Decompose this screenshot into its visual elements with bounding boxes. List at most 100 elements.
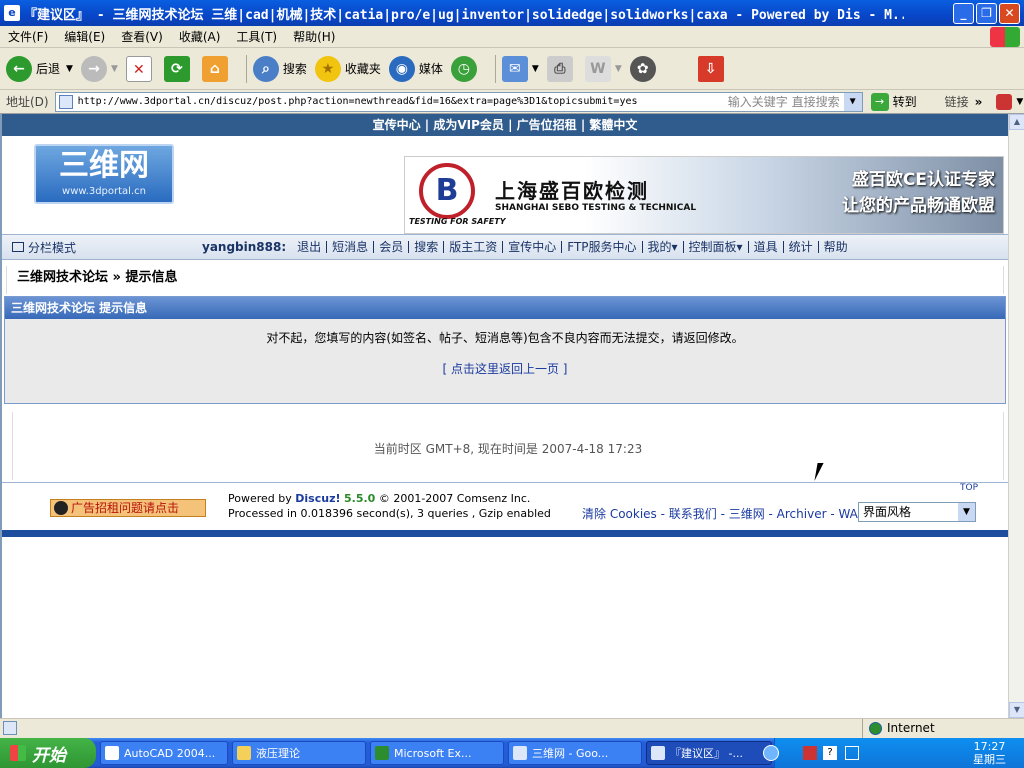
powered-prefix: Powered by — [228, 492, 296, 505]
history-button[interactable]: ◷ — [450, 55, 481, 82]
security-zone: Internet — [862, 719, 935, 738]
nav-help[interactable]: 帮助 — [819, 241, 853, 253]
task-autocad[interactable]: AutoCAD 2004... — [100, 741, 228, 765]
mail-button[interactable]: ✉ ▼ — [501, 55, 539, 82]
style-dropdown-icon[interactable]: ▼ — [958, 503, 975, 521]
search-hint[interactable]: 输入关键字 直接搜索 — [728, 93, 840, 110]
back-link[interactable]: [ 点击这里返回上一页 ] — [5, 346, 1005, 377]
discuz-link[interactable]: Discuz! — [295, 492, 340, 505]
search-icon: ⌕ — [252, 55, 279, 82]
media-label: 媒体 — [418, 62, 443, 76]
nav-promo[interactable]: 宣传中心 — [503, 241, 563, 253]
ad-banner[interactable]: B TESTING FOR SAFETY 上海盛百欧检测 SHANGHAI SE… — [404, 156, 1004, 234]
forward-button[interactable]: → ▼ — [80, 55, 118, 82]
tray-app-icon[interactable] — [803, 746, 817, 760]
windows-logo-icon — [990, 27, 1020, 47]
messenger-button[interactable]: ✿ — [629, 55, 660, 82]
extension-dropdown-icon[interactable]: ▼ — [1016, 97, 1023, 107]
network-icon[interactable] — [845, 746, 859, 760]
stop-button[interactable]: ✕ — [125, 55, 156, 82]
back-dropdown-icon[interactable]: ▼ — [66, 64, 73, 74]
vertical-scrollbar[interactable]: ▲ ▼ — [1008, 114, 1024, 718]
menu-tools[interactable]: 工具(T) — [228, 28, 285, 45]
internet-globe-icon — [869, 722, 882, 735]
window-titlebar[interactable]: e 『建议区』 - 三维网技术论坛 三维|cad|机械|技术|catia|pro… — [0, 0, 1024, 26]
forward-dropdown-icon[interactable]: ▼ — [111, 64, 118, 74]
breadcrumb: 三维网技术论坛 » 提示信息 — [6, 266, 1004, 294]
refresh-button[interactable]: ⟳ — [163, 55, 194, 82]
column-mode-toggle[interactable]: 分栏模式 — [12, 239, 76, 256]
topnav-vip[interactable]: 成为VIP会员 — [433, 118, 504, 132]
nav-members[interactable]: 会员 — [374, 241, 410, 253]
paw-icon: ✿ — [629, 55, 656, 82]
home-button[interactable]: ⌂ — [201, 55, 232, 82]
logo-text: 三维网 — [59, 148, 149, 183]
excel-icon — [375, 746, 389, 760]
menu-view[interactable]: 查看(V) — [113, 28, 171, 45]
start-label: 开始 — [32, 745, 66, 766]
nav-items[interactable]: 道具 — [749, 241, 784, 253]
nav-my[interactable]: 我的▾ — [643, 241, 684, 253]
nav-search[interactable]: 搜索 — [409, 241, 445, 253]
window-title: 『建议区』 - 三维网技术论坛 三维|cad|机械|技术|catia|pro/e… — [24, 7, 904, 23]
nav-logout[interactable]: 退出 — [292, 241, 328, 253]
start-button[interactable]: 开始 — [0, 738, 96, 768]
task-browser-google[interactable]: 三维网 - Goo... — [508, 741, 642, 765]
username[interactable]: yangbin888: — [202, 240, 286, 254]
menu-edit[interactable]: 编辑(E) — [56, 28, 113, 45]
edit-dropdown-icon[interactable]: ▼ — [615, 64, 622, 74]
history-icon: ◷ — [450, 55, 477, 82]
scroll-down-icon[interactable]: ▼ — [1009, 702, 1024, 718]
menu-file[interactable]: 文件(F) — [0, 28, 56, 45]
links-chevron-icon[interactable]: » — [975, 95, 983, 109]
top-link[interactable]: TOP — [960, 483, 978, 493]
close-button[interactable]: ✕ — [999, 3, 1020, 24]
back-button[interactable]: ← 后退 ▼ — [6, 55, 73, 82]
task-browser-forum[interactable]: 『建议区』 -... — [646, 741, 772, 765]
go-button[interactable]: 转到 — [893, 93, 917, 110]
windows-flag-icon — [10, 745, 26, 761]
style-select[interactable]: 界面风格 ▼ — [858, 502, 976, 522]
addon-button[interactable]: ⇩ — [697, 55, 728, 82]
topnav-promo[interactable]: 宣传中心 — [373, 118, 421, 132]
extension-icon[interactable] — [996, 93, 1013, 110]
nav-control-panel[interactable]: 控制面板▾ — [684, 241, 749, 253]
topnav-traditional[interactable]: 繁體中文 — [589, 118, 637, 132]
task-folder[interactable]: 液压理论 — [232, 741, 366, 765]
print-button[interactable]: ⎙ — [546, 55, 577, 82]
address-input[interactable]: http://www.3dportal.cn/discuz/post.php?a… — [54, 91, 863, 112]
refresh-icon: ⟳ — [163, 55, 190, 82]
help-icon[interactable]: ? — [823, 746, 837, 760]
restore-button[interactable]: ❐ — [976, 3, 997, 24]
edit-button[interactable]: W ▼ — [584, 55, 622, 82]
favorites-label: 收藏夹 — [344, 62, 381, 76]
ie-icon — [513, 746, 527, 760]
nav-moderator-pay[interactable]: 版主工资 — [444, 241, 504, 253]
user-nav: yangbin888: 退出 短消息 会员 搜索 版主工资 宣传中心 FTP服务… — [202, 240, 853, 254]
nav-ftp[interactable]: FTP服务中心 — [562, 241, 643, 253]
banner-title: 上海盛百欧检测 — [495, 179, 649, 203]
menu-favorites[interactable]: 收藏(A) — [171, 28, 229, 45]
mail-dropdown-icon[interactable]: ▼ — [532, 64, 539, 74]
footer-links[interactable]: 清除 Cookies - 联系我们 - 三维网 - Archiver - WAP — [582, 505, 865, 522]
site-logo[interactable]: 三维网 www.3dportal.cn — [34, 144, 174, 204]
tray-expand-icon[interactable] — [763, 745, 779, 761]
search-button[interactable]: ⌕ 搜索 — [252, 55, 307, 82]
menu-help[interactable]: 帮助(H) — [285, 28, 343, 45]
nav-stats[interactable]: 统计 — [784, 241, 819, 253]
site-footer: TOP 广告招租问题请点击 Powered by Discuz! 5.5.0 ©… — [2, 482, 1008, 528]
scroll-up-icon[interactable]: ▲ — [1009, 114, 1024, 130]
task-label: 三维网 - Goo... — [532, 747, 609, 760]
media-button[interactable]: ◉ 媒体 — [388, 55, 443, 82]
go-arrow-icon[interactable]: → — [870, 92, 889, 111]
address-dropdown-icon[interactable]: ▼ — [843, 92, 862, 111]
favorites-button[interactable]: ★ 收藏夹 — [314, 55, 381, 82]
links-button[interactable]: 链接 — [945, 93, 969, 110]
nav-messages[interactable]: 短消息 — [327, 241, 375, 253]
ad-inquiry-button[interactable]: 广告招租问题请点击 — [50, 499, 206, 517]
clock[interactable]: 17:27 星期三 — [973, 740, 1006, 766]
topnav-ads[interactable]: 广告位招租 — [517, 118, 577, 132]
task-excel[interactable]: Microsoft Ex... — [370, 741, 504, 765]
minimize-button[interactable]: _ — [953, 3, 974, 24]
banner-slogan-2: 让您的产品畅通欧盟 — [842, 196, 995, 216]
